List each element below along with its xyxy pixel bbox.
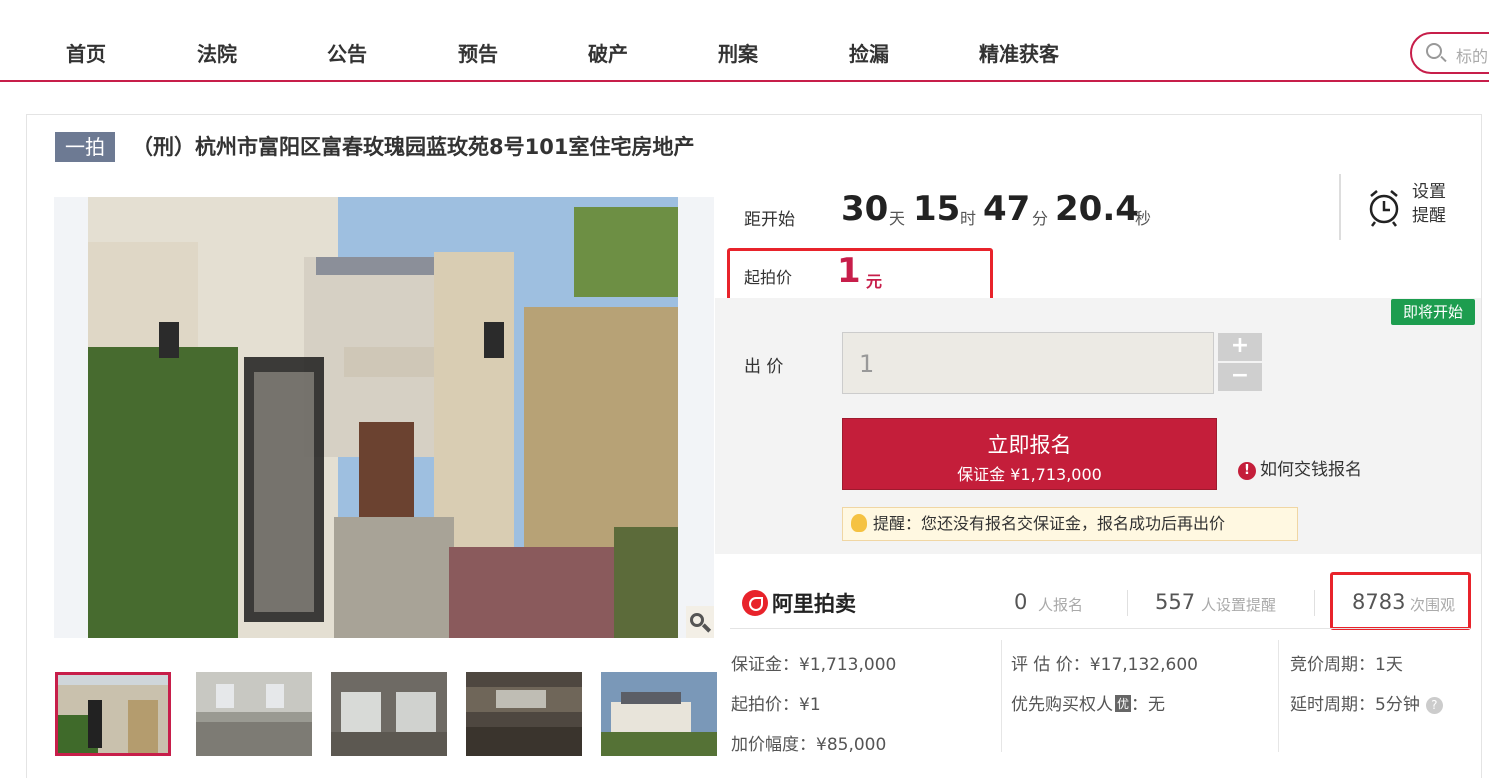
appraisal-info: 评 估 价：¥17,132,600: [1011, 655, 1198, 675]
thumbnail[interactable]: [601, 672, 717, 756]
priority-buyer-value: ：无: [1131, 695, 1166, 715]
countdown-minutes-unit: 分: [1032, 209, 1049, 228]
bid-label: 出 价: [744, 357, 784, 377]
alarm-clock-icon[interactable]: [1367, 188, 1401, 228]
priority-buyer-label: 优先购买权人: [1011, 695, 1113, 715]
lightbulb-icon: [851, 514, 867, 532]
ali-auction-logo: 阿里拍卖: [742, 588, 856, 618]
increase-bid-button[interactable]: +: [1218, 333, 1262, 361]
start-price-unit: 元: [866, 272, 883, 291]
views-count: 8783: [1352, 590, 1406, 614]
status-badge: 即将开始: [1391, 299, 1475, 325]
thumbnail[interactable]: [196, 672, 312, 756]
signup-button[interactable]: 立即报名 保证金 ¥1,713,000: [842, 418, 1217, 490]
search-icon: [1426, 43, 1442, 59]
nav-item-bankruptcy[interactable]: 破产: [588, 38, 628, 67]
nav-item-bargain[interactable]: 捡漏: [849, 38, 889, 67]
delay-text: 延时周期：5分钟: [1290, 695, 1420, 715]
info-icon: !: [1238, 462, 1256, 480]
countdown-days: 30: [841, 189, 889, 229]
countdown-hours: 15: [913, 189, 961, 229]
set-reminder-button[interactable]: 设置提醒: [1412, 180, 1452, 228]
signups-label: 人报名: [1038, 596, 1084, 614]
round-badge: 一拍: [55, 132, 115, 162]
divider: [1339, 174, 1341, 240]
divider: [730, 628, 1470, 629]
cycle-info: 竞价周期：1天: [1290, 655, 1403, 675]
countdown-label: 距开始: [744, 210, 795, 230]
increment-info: 加价幅度：¥85,000: [731, 735, 887, 755]
start-price-info: 起拍价：¥1: [731, 695, 821, 715]
signup-title: 立即报名: [987, 433, 1072, 457]
countdown-hours-unit: 时: [960, 209, 977, 228]
ali-logo-icon: [742, 590, 768, 616]
thumbnail[interactable]: [466, 672, 582, 756]
divider: [1278, 640, 1279, 752]
zoom-icon[interactable]: [686, 606, 714, 638]
deposit-info: 保证金：¥1,713,000: [731, 655, 897, 675]
start-price-value: 1: [837, 251, 861, 291]
countdown-seconds: 20.4: [1055, 189, 1139, 229]
help-icon[interactable]: ?: [1425, 697, 1443, 714]
nav-item-court[interactable]: 法院: [197, 38, 237, 67]
tip-text: 提醒：您还没有报名交保证金，报名成功后再出价: [873, 514, 1226, 533]
countdown-days-unit: 天: [889, 209, 906, 228]
reminders-label: 人设置提醒: [1201, 596, 1277, 614]
nav-item-criminal[interactable]: 刑案: [718, 38, 758, 67]
top-nav: 首页 法院 公告 预告 破产 刑案 捡漏 精准获客 标的: [0, 0, 1489, 82]
signups-count: 0: [1014, 590, 1028, 614]
nav-item-preview[interactable]: 预告: [458, 38, 498, 67]
divider: [1314, 590, 1315, 616]
search-placeholder: 标的: [1456, 47, 1489, 66]
nav-item-notice[interactable]: 公告: [327, 38, 367, 67]
divider: [1001, 640, 1002, 752]
nav-item-home[interactable]: 首页: [66, 38, 106, 67]
start-price-label: 起拍价: [744, 268, 793, 287]
thumbnail[interactable]: [55, 672, 171, 756]
priority-badge: 优: [1115, 695, 1132, 712]
page-title: （刑）杭州市富阳区富春玫瑰园蓝玫苑8号101室住宅房地产: [132, 135, 695, 159]
countdown-minutes: 47: [983, 189, 1031, 229]
how-to-pay-link[interactable]: ! 如何交钱报名: [1238, 455, 1362, 480]
search-input[interactable]: 标的: [1410, 32, 1489, 74]
thumbnail[interactable]: [331, 672, 447, 756]
divider: [1127, 590, 1128, 616]
how-to-pay-label: 如何交钱报名: [1260, 460, 1362, 480]
ali-logo-text: 阿里拍卖: [772, 592, 856, 616]
decrease-bid-button[interactable]: −: [1218, 363, 1262, 391]
priority-buyer-info: 优先购买权人优：无: [1011, 690, 1165, 715]
tip-banner: 提醒：您还没有报名交保证金，报名成功后再出价: [842, 507, 1298, 541]
villa-photo-illustration: [54, 197, 714, 638]
reminders-count: 557: [1155, 590, 1196, 614]
main-photo[interactable]: [54, 197, 714, 638]
views-label: 次围观: [1410, 596, 1456, 614]
nav-item-leads[interactable]: 精准获客: [979, 38, 1059, 67]
signup-deposit: 保证金 ¥1,713,000: [957, 465, 1102, 484]
countdown-seconds-unit: 秒: [1135, 209, 1152, 228]
bid-amount-input[interactable]: 1: [842, 332, 1214, 394]
delay-info: 延时周期：5分钟?: [1290, 690, 1443, 715]
